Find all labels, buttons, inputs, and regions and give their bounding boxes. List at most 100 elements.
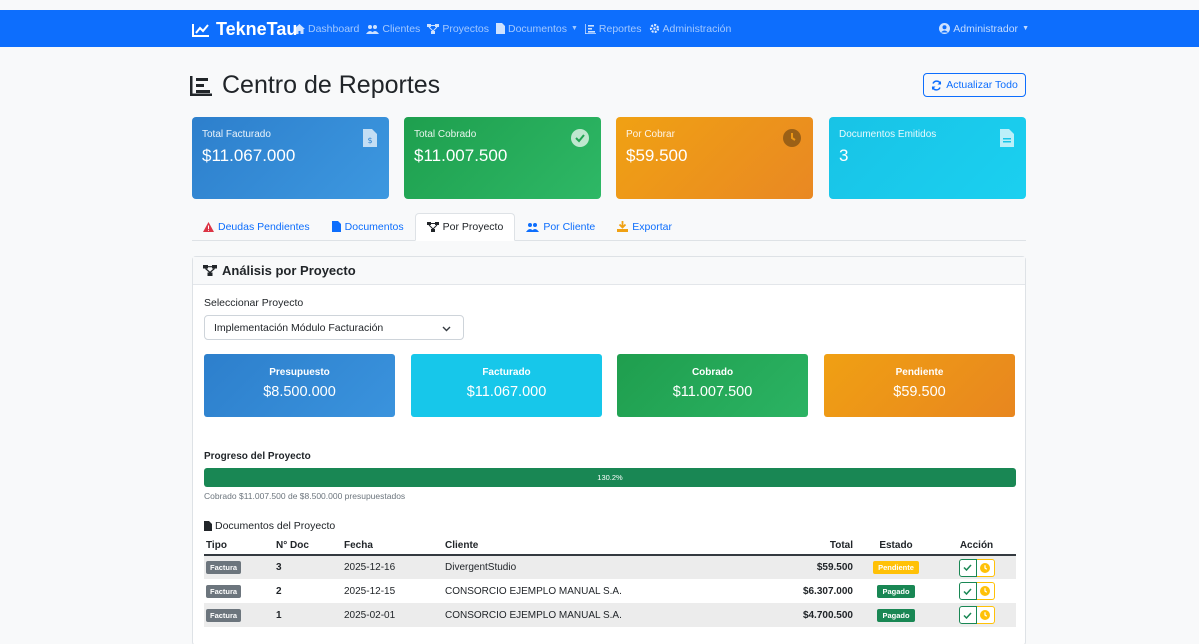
progress-title: Progreso del Proyecto — [204, 451, 311, 462]
users-icon — [366, 24, 380, 34]
cell-accion — [937, 603, 1016, 627]
stat-value: 3 — [839, 146, 849, 165]
user-name: Administrador — [953, 22, 1019, 35]
status-badge: Pagado — [877, 584, 915, 598]
type-badge: Factura — [206, 608, 242, 622]
mark-pending-button[interactable] — [976, 606, 995, 624]
column-header: Estado — [855, 537, 937, 556]
clock-icon — [783, 129, 801, 152]
page-title: Centro de Reportes — [190, 71, 440, 100]
mark-paid-button[interactable] — [958, 606, 977, 624]
documents-table: Tipo N° Doc Fecha Cliente Total Estado A… — [204, 537, 1016, 627]
stat-label: Por Cobrar — [626, 129, 675, 140]
nav-item-reportes[interactable]: Reportes — [584, 23, 642, 35]
nav-label: Clientes — [382, 22, 421, 35]
svg-text:$: $ — [367, 136, 372, 145]
tab-documentos[interactable]: Documentos — [321, 213, 415, 240]
cell-tipo: Factura — [204, 555, 274, 579]
progress-note: Cobrado $11.007.500 de $8.500.000 presup… — [204, 491, 406, 501]
file-icon — [204, 521, 212, 531]
action-group — [958, 606, 995, 624]
home-icon — [294, 23, 305, 34]
column-header: Fecha — [342, 537, 443, 556]
stat-card-por-cobrar: Por Cobrar $59.500 — [616, 117, 813, 199]
nav-item-documentos[interactable]: Documentos ▼ — [496, 23, 578, 35]
panel-title: Análisis por Proyecto — [222, 263, 356, 278]
cell-num-doc: 3 — [274, 555, 342, 579]
cell-tipo: Factura — [204, 603, 274, 627]
stat-value: $59.500 — [626, 146, 688, 165]
tab-label: Deudas Pendientes — [218, 220, 310, 233]
progress-bar: 130.2% — [204, 468, 1016, 487]
nav-label: Proyectos — [442, 22, 489, 35]
selected-project: Implementación Módulo Facturación — [214, 321, 384, 334]
brand[interactable]: TekneTau — [192, 19, 297, 40]
cell-cliente: CONSORCIO EJEMPLO MANUAL S.A. — [443, 603, 763, 627]
nav-menu: Dashboard Clientes Proyectos Documentos … — [294, 10, 738, 47]
users-icon — [526, 222, 540, 232]
table-row: Factura 3 2025-12-16 DivergentStudio $59.500… — [204, 555, 1016, 579]
chart-bar-icon — [190, 75, 212, 96]
check-icon — [963, 564, 972, 571]
project-select[interactable]: Implementación Módulo Facturación — [204, 315, 464, 340]
status-badge: Pagado — [877, 608, 915, 622]
nav-item-proyectos[interactable]: Proyectos — [427, 23, 489, 35]
refresh-all-button[interactable]: Actualizar Todo — [923, 73, 1026, 97]
clock-icon — [980, 586, 990, 596]
cell-cliente: CONSORCIO EJEMPLO MANUAL S.A. — [445, 585, 622, 597]
project-diagram-icon — [426, 222, 439, 232]
column-header: N° Doc — [274, 537, 342, 556]
stat-label: Documentos Emitidos — [839, 129, 937, 140]
user-menu[interactable]: Administrador ▼ — [939, 10, 1029, 47]
cog-icon — [649, 23, 660, 34]
table-row: Factura 1 2025-02-01 CONSORCIO EJEMPLO MANU… — [204, 603, 1016, 627]
tab-deudas-pendientes[interactable]: Deudas Pendientes — [192, 213, 321, 240]
file-invoice-dollar-icon: $ — [363, 129, 377, 152]
nav-label: Documentos — [508, 22, 567, 35]
column-header: Tipo — [204, 537, 274, 556]
mark-pending-button[interactable] — [976, 558, 995, 577]
caret-down-icon: ▼ — [570, 25, 578, 32]
cell-estado: Pendiente — [855, 555, 937, 579]
caret-down-icon: ▼ — [1022, 25, 1029, 32]
top-navbar: TekneTau Dashboard Clientes Proyectos Do… — [0, 10, 1199, 47]
kpi-presupuesto: Presupuesto $8.500.000 — [204, 354, 395, 417]
kpi-label: Facturado — [482, 367, 531, 378]
chart-line-icon — [192, 23, 209, 37]
tab-por-proyecto[interactable]: Por Proyecto — [414, 213, 516, 241]
kpi-facturado: Facturado $11.067.000 — [411, 354, 602, 417]
chart-bar-icon — [584, 23, 596, 34]
kpi-label: Cobrado — [691, 367, 734, 378]
mark-paid-button[interactable] — [958, 558, 977, 577]
cell-tipo: Factura — [204, 579, 274, 603]
mark-pending-button[interactable] — [976, 582, 995, 600]
action-group — [958, 582, 995, 600]
kpi-value: $11.007.500 — [672, 384, 753, 400]
select-label: Seleccionar Proyecto — [204, 297, 304, 309]
sync-icon — [931, 79, 942, 91]
nav-item-clientes[interactable]: Clientes — [366, 23, 420, 35]
tab-por-cliente[interactable]: Por Cliente — [515, 213, 606, 240]
tab-exportar[interactable]: Exportar — [606, 213, 683, 240]
kpi-label: Pendiente — [895, 367, 944, 378]
nav-label: Administración — [662, 22, 732, 35]
nav-item-dashboard[interactable]: Dashboard — [294, 23, 359, 35]
table-row: Factura 2 2025-12-15 CONSORCIO EJEMPLO MANU… — [204, 579, 1016, 603]
file-alt-icon — [1000, 129, 1014, 152]
cell-num-doc: 2 — [276, 585, 282, 597]
tab-label: Exportar — [632, 220, 672, 233]
type-badge: Factura — [206, 561, 242, 574]
action-group — [958, 558, 995, 577]
project-diagram-icon — [203, 265, 217, 276]
stat-label: Total Facturado — [202, 129, 271, 140]
mark-paid-button[interactable] — [958, 582, 977, 600]
project-analysis-panel: Análisis por Proyecto Seleccionar Proyec… — [192, 256, 1026, 644]
download-icon — [617, 221, 629, 232]
check-icon — [963, 611, 972, 619]
nav-item-administracion[interactable]: Administración — [649, 22, 732, 35]
file-icon — [331, 221, 341, 232]
kpi-value: $11.067.000 — [466, 384, 547, 400]
progress-fill: 130.2% — [204, 468, 1016, 487]
stat-value: $11.067.000 — [202, 146, 296, 165]
cell-total: $6.307.000 — [802, 585, 853, 597]
